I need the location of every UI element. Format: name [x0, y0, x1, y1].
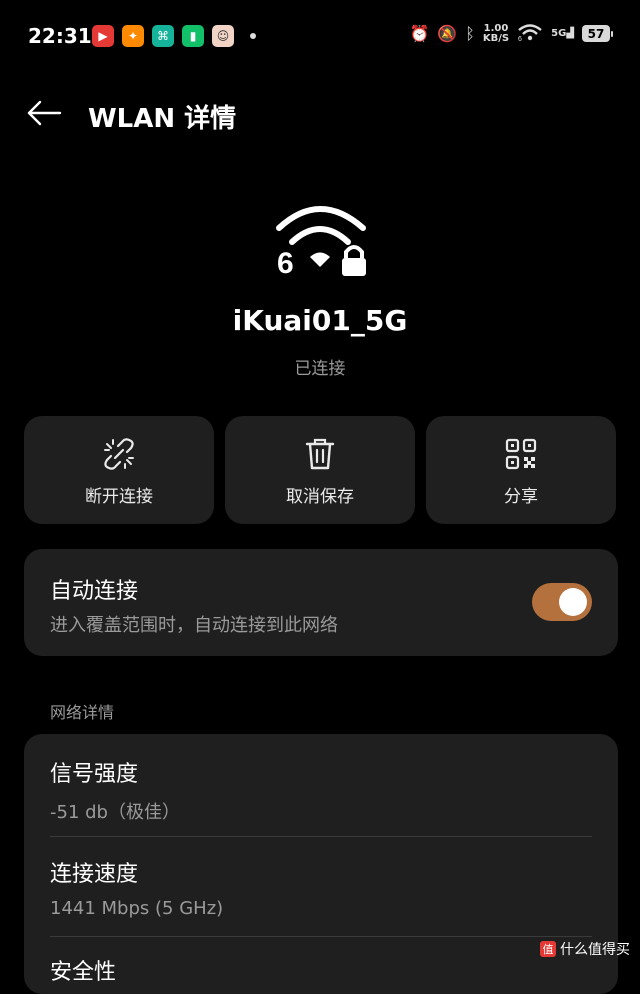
status-icons: ⏰ 🔕 ᛒ 1.00 KB/S 6 5G▟ 57: [409, 22, 613, 45]
bluetooth-icon: ᛒ: [465, 23, 475, 43]
link-speed-label: 连接速度: [50, 862, 139, 887]
watermark-logo-icon: 值: [540, 941, 556, 957]
back-arrow-icon: [27, 100, 62, 126]
signal-strength-value: -51 db（极佳）: [50, 802, 180, 823]
green-app-icon: ▮: [182, 25, 204, 47]
wifi-status-icon: 6: [517, 22, 543, 45]
disconnect-label: 断开连接: [85, 487, 153, 507]
auto-connect-card: 自动连接 进入覆盖范围时，自动连接到此网络: [24, 549, 618, 656]
cellular-signal-icon: 5G▟: [551, 28, 574, 39]
auto-connect-toggle[interactable]: [532, 583, 592, 621]
watermark: 值 什么值得买: [540, 939, 630, 959]
svg-text:6: 6: [518, 36, 522, 42]
auto-connect-subtitle: 进入覆盖范围时，自动连接到此网络: [50, 615, 338, 636]
action-row: 断开连接 取消保存 分享: [24, 416, 616, 524]
orange-app-icon: ✦: [122, 25, 144, 47]
watermark-text: 什么值得买: [560, 942, 630, 958]
trash-icon: [305, 438, 335, 470]
signal-strength-label: 信号强度: [50, 762, 139, 787]
security-row: 安全性: [50, 954, 592, 986]
signal-strength-row: 信号强度 -51 db（极佳）: [50, 756, 592, 824]
disconnect-button[interactable]: 断开连接: [24, 416, 214, 524]
link-speed-value: 1441 Mbps (5 GHz): [50, 898, 224, 919]
teal-app-icon: ⌘: [152, 25, 174, 47]
more-notifications-dot: [250, 33, 256, 39]
avatar-app-icon: ☺: [212, 25, 234, 47]
wifi6-locked-icon: 6: [274, 200, 368, 280]
share-label: 分享: [504, 487, 538, 507]
network-details-card: 信号强度 -51 db（极佳） 连接速度 1441 Mbps (5 GHz) 安…: [24, 734, 618, 994]
status-time: 22:31: [28, 24, 92, 48]
app-header: WLAN 详情: [0, 90, 640, 140]
status-bar: 22:31 ▶ ✦ ⌘ ▮ ☺ ⏰ 🔕 ᛒ 1.00 KB/S 6 5G▟ 57: [0, 0, 640, 72]
toggle-knob: [559, 588, 587, 616]
divider: [50, 936, 592, 937]
video-app-icon: ▶: [92, 25, 114, 47]
security-label: 安全性: [50, 960, 117, 985]
mute-icon: 🔕: [437, 23, 458, 43]
qr-code-icon: [505, 438, 537, 470]
page-title: WLAN 详情: [88, 104, 237, 134]
notification-icons: ▶ ✦ ⌘ ▮ ☺: [92, 25, 256, 47]
auto-connect-title: 自动连接: [50, 579, 139, 604]
back-button[interactable]: [26, 98, 62, 128]
forget-network-label: 取消保存: [286, 487, 354, 507]
share-button[interactable]: 分享: [426, 416, 616, 524]
forget-network-button[interactable]: 取消保存: [225, 416, 415, 524]
battery-indicator: 57: [582, 25, 613, 42]
unlink-icon: [104, 438, 134, 470]
link-speed-row: 连接速度 1441 Mbps (5 GHz): [50, 856, 592, 919]
network-speed: 1.00 KB/S: [482, 22, 510, 44]
network-ssid: iKuai01_5G: [232, 304, 408, 337]
network-details-section-label: 网络详情: [50, 703, 115, 722]
divider: [50, 836, 592, 837]
connection-status: 已连接: [294, 359, 346, 379]
alarm-icon: ⏰: [409, 23, 430, 43]
svg-text:6: 6: [277, 247, 294, 280]
